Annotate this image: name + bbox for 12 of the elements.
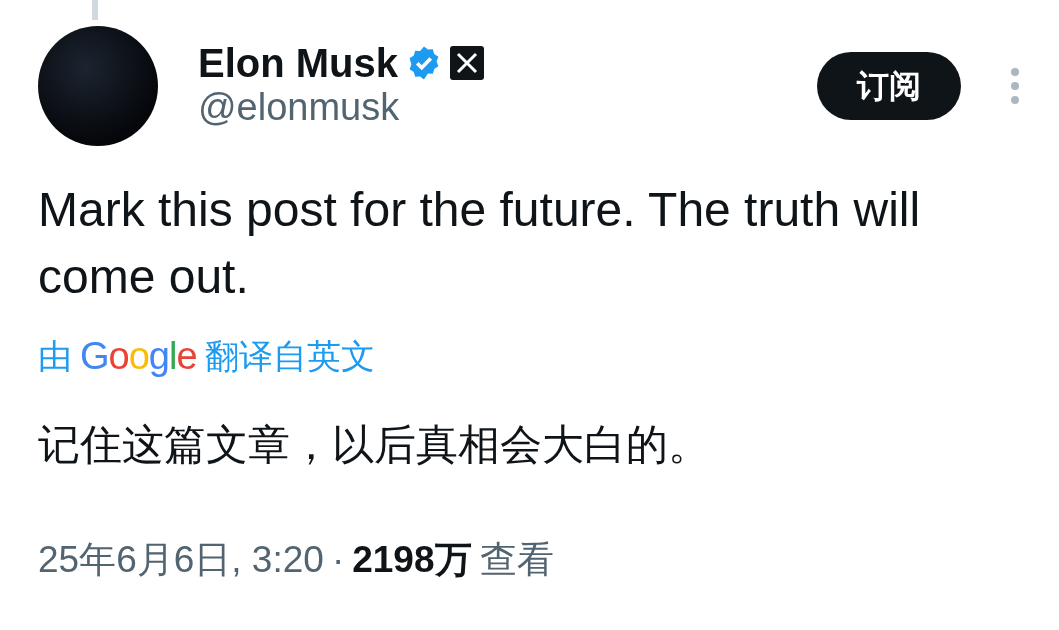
views-label: 查看 — [479, 538, 554, 583]
google-logo[interactable]: Google — [80, 328, 197, 386]
x-logo-icon — [450, 46, 485, 81]
user-name[interactable]: Elon Musk — [198, 41, 399, 86]
separator: · — [331, 538, 345, 583]
view-count: 2198万 — [352, 538, 472, 583]
post-date[interactable]: 25年6月6日, 3:20 — [38, 532, 324, 588]
translation-prefix: 由 — [38, 336, 72, 378]
translated-text: 记住这篇文章，以后真相会大白的。 — [38, 420, 711, 471]
post-text: Mark this post for the future. The truth will come out. — [38, 182, 922, 306]
subscribe-button[interactable]: 订阅 — [817, 52, 961, 120]
user-handle[interactable]: @elonmusk — [198, 85, 793, 131]
